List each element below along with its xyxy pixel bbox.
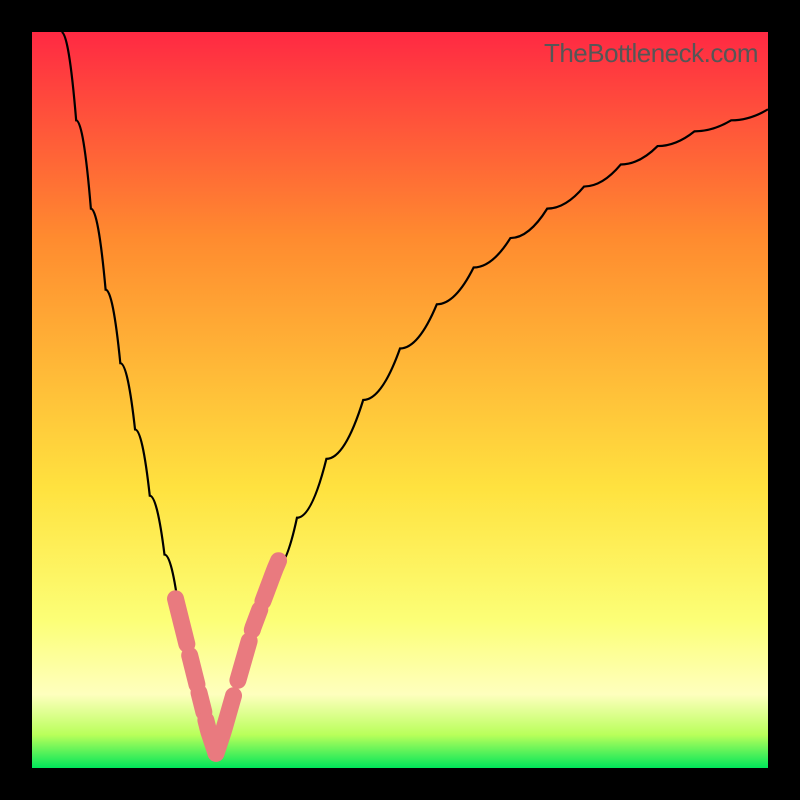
bead-segment xyxy=(176,599,187,644)
bead-segment xyxy=(199,693,204,712)
plot-area: TheBottleneck.com xyxy=(32,32,768,768)
bead-segment xyxy=(252,610,260,630)
watermark-text: TheBottleneck.com xyxy=(544,38,758,69)
gradient-background xyxy=(32,32,768,768)
bead-segment xyxy=(238,641,249,680)
bead-segment xyxy=(190,655,197,684)
outer-frame: TheBottleneck.com xyxy=(0,0,800,800)
chart-svg xyxy=(32,32,768,768)
